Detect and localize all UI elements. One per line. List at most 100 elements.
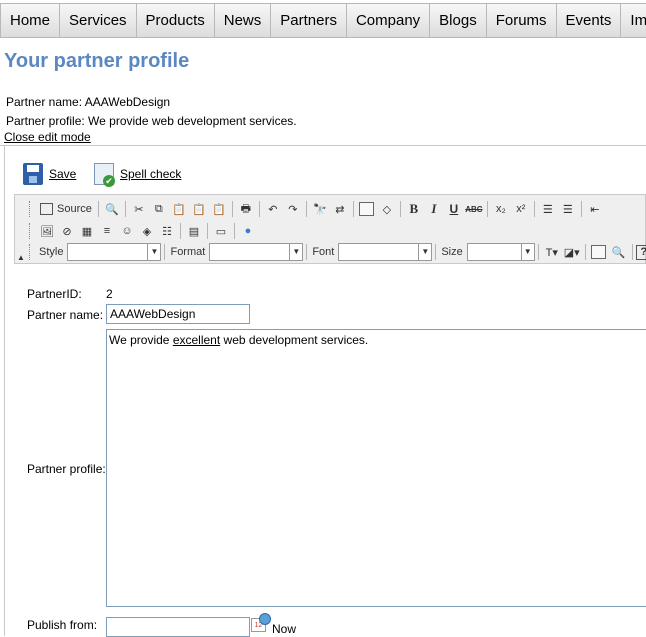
nav-company[interactable]: Company xyxy=(346,3,431,37)
calendar-icon[interactable]: 12 xyxy=(251,613,271,633)
toolbar-separator xyxy=(399,201,401,217)
nav-forums[interactable]: Forums xyxy=(486,3,557,37)
partner-name-info-value: AAAWebDesign xyxy=(84,95,171,109)
nav-partners[interactable]: Partners xyxy=(271,3,347,37)
format-dropdown[interactable]: ▼ xyxy=(209,243,304,261)
background-color-icon[interactable]: ◪▾ xyxy=(562,242,582,262)
save-button[interactable]: Save xyxy=(23,163,76,185)
inline-widget-icon[interactable]: ▭ xyxy=(211,221,231,241)
chevron-down-icon: ▼ xyxy=(289,244,302,260)
paste-word-icon[interactable]: 📋 xyxy=(209,199,229,219)
show-blocks-icon[interactable]: 🔍 xyxy=(609,242,629,262)
partner-profile-textarea[interactable]: We provide excellent web development ser… xyxy=(106,329,646,607)
partner-id-value: 2 xyxy=(106,287,113,301)
toolbar-grip xyxy=(29,244,33,260)
partner-name-input[interactable]: AAAWebDesign xyxy=(106,304,250,324)
profile-text-end: web development services. xyxy=(220,333,369,347)
nav-blogs[interactable]: Blogs xyxy=(430,3,487,37)
nav-events[interactable]: Events xyxy=(556,3,622,37)
partner-name-info: Partner name: AAAWebDesign xyxy=(6,95,170,109)
spell-check-button[interactable]: Spell check xyxy=(94,163,182,187)
horizontal-rule-icon[interactable]: ≡ xyxy=(97,221,117,241)
save-icon xyxy=(23,163,43,185)
partner-profile-info: Partner profile: We provide web developm… xyxy=(6,114,297,128)
nav-products[interactable]: Products xyxy=(136,3,215,37)
font-dropdown[interactable]: ▼ xyxy=(338,243,433,261)
nav-home[interactable]: Home xyxy=(0,3,61,37)
partner-profile-info-label: Partner profile: xyxy=(6,114,85,128)
chevron-down-icon: ▼ xyxy=(147,244,160,260)
toolbar-separator xyxy=(486,201,488,217)
partner-name-label: Partner name: xyxy=(27,308,104,322)
profile-text-underlined: excellent xyxy=(172,333,221,347)
underline-icon[interactable]: U xyxy=(444,199,464,219)
bold-icon[interactable]: B xyxy=(404,199,424,219)
toolbar-row-2: 🖼 ⊘ ▦ ≡ ☺ ◈ ☷ ▤ ▭ ● xyxy=(29,220,258,242)
remove-format-icon[interactable]: ◇ xyxy=(377,199,397,219)
clock-icon xyxy=(259,613,271,625)
special-char-icon[interactable]: ◈ xyxy=(137,221,157,241)
maximize-icon[interactable] xyxy=(589,242,609,262)
text-color-icon[interactable]: T▾ xyxy=(542,242,562,262)
partner-profile-info-value: We provide web development services. xyxy=(88,114,297,128)
outdent-icon[interactable]: ⇤ xyxy=(585,199,605,219)
toolbar-separator xyxy=(97,201,99,217)
paste-text-icon[interactable]: 📋 xyxy=(189,199,209,219)
size-dropdown[interactable]: ▼ xyxy=(466,243,535,261)
toolbar-grip xyxy=(29,223,33,239)
profile-text-start: We provide xyxy=(109,333,173,347)
close-edit-mode-link[interactable]: Close edit mode xyxy=(4,130,91,144)
numbered-list-icon[interactable]: ☰ xyxy=(538,199,558,219)
cut-icon[interactable]: ✂ xyxy=(129,199,149,219)
now-link[interactable]: Now xyxy=(272,622,296,636)
nav-images[interactable]: Images xyxy=(621,3,646,37)
toolbar-separator xyxy=(631,244,633,260)
source-button[interactable]: Source xyxy=(37,199,95,219)
strikethrough-icon[interactable]: ABC xyxy=(464,199,484,219)
italic-icon[interactable]: I xyxy=(424,199,444,219)
page-break-icon[interactable]: ☷ xyxy=(157,221,177,241)
toolbar-separator xyxy=(352,201,354,217)
publish-from-input[interactable] xyxy=(106,617,250,637)
preview-icon[interactable]: 🔍 xyxy=(102,199,122,219)
smiley-icon[interactable]: ☺ xyxy=(117,221,137,241)
toolbar-separator xyxy=(164,244,166,260)
media-icon[interactable]: ● xyxy=(238,221,258,241)
template-icon[interactable]: ▤ xyxy=(184,221,204,241)
paste-icon[interactable]: 📋 xyxy=(169,199,189,219)
toolbar-separator xyxy=(580,201,582,217)
redo-icon[interactable]: ↷ xyxy=(283,199,303,219)
toolbar-row-3: Style ▼ Format ▼ Font ▼ Size ▼ T▾ ◪▾ 🔍 ? xyxy=(29,241,646,263)
undo-icon[interactable]: ↶ xyxy=(263,199,283,219)
copy-icon[interactable]: ⧉ xyxy=(149,199,169,219)
style-dropdown[interactable]: ▼ xyxy=(67,243,162,261)
toolbar-separator xyxy=(180,223,181,239)
collapse-toolbar-icon[interactable]: ▲ xyxy=(17,253,25,262)
nav-news[interactable]: News xyxy=(214,3,272,37)
spell-check-icon xyxy=(94,163,115,187)
help-icon[interactable]: ? xyxy=(635,244,646,260)
top-nav: Home Services Products News Partners Com… xyxy=(0,3,646,38)
flash-icon[interactable]: ⊘ xyxy=(57,221,77,241)
toolbar-separator xyxy=(234,223,235,239)
font-label: Font xyxy=(312,246,335,258)
table-icon[interactable]: ▦ xyxy=(77,221,97,241)
toolbar-row-1: Source 🔍 ✂ ⧉ 📋 📋 📋 🖶 ↶ ↷ 🔭 ⇄ ◇ B I U ABC… xyxy=(29,198,605,220)
source-label: Source xyxy=(57,203,92,215)
find-icon[interactable]: 🔭 xyxy=(310,199,330,219)
partner-profile-label: Partner profile: xyxy=(27,462,106,476)
editor-toolbar: Source 🔍 ✂ ⧉ 📋 📋 📋 🖶 ↶ ↷ 🔭 ⇄ ◇ B I U ABC… xyxy=(14,194,646,264)
image-icon[interactable]: 🖼 xyxy=(37,221,57,241)
select-all-icon[interactable] xyxy=(357,199,377,219)
toolbar-separator xyxy=(258,201,260,217)
toolbar-grip xyxy=(29,201,33,217)
replace-icon[interactable]: ⇄ xyxy=(330,199,350,219)
print-icon[interactable]: 🖶 xyxy=(236,199,256,219)
nav-services[interactable]: Services xyxy=(60,3,137,37)
subscript-icon[interactable]: x₂ xyxy=(491,199,511,219)
spell-check-label: Spell check xyxy=(120,167,182,181)
toolbar-separator xyxy=(533,201,535,217)
toolbar-separator xyxy=(537,244,539,260)
superscript-icon[interactable]: x² xyxy=(511,199,531,219)
bulleted-list-icon[interactable]: ☰ xyxy=(558,199,578,219)
